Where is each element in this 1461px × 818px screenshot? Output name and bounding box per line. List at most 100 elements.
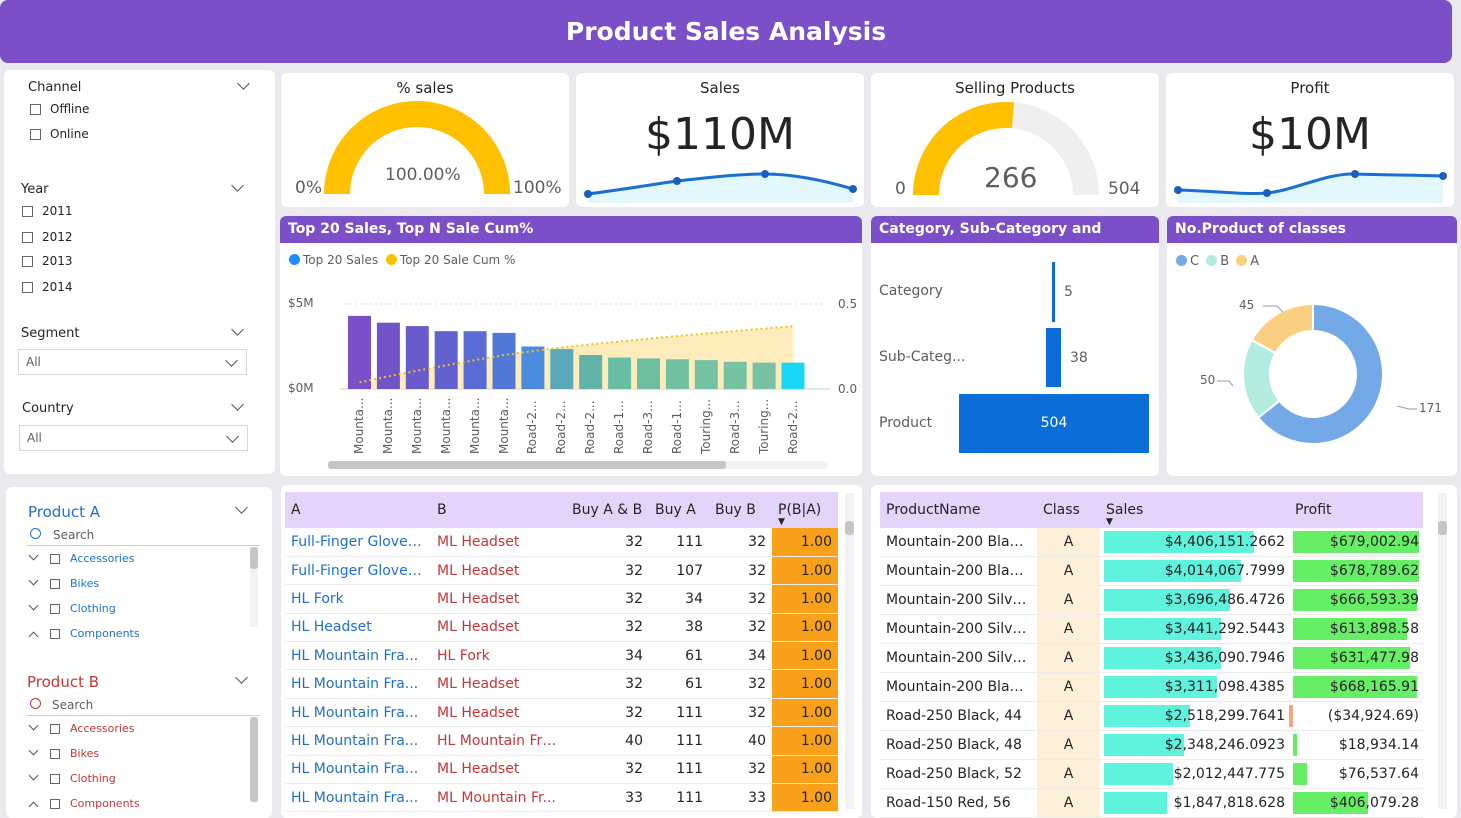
checkbox-2013[interactable] (22, 256, 33, 267)
chevron-down-icon[interactable] (28, 550, 39, 561)
chevron-down-icon[interactable] (28, 745, 39, 756)
table-header[interactable]: Buy B (709, 492, 772, 528)
chevron-down-icon[interactable] (235, 501, 248, 514)
product-category-item[interactable]: Bikes (70, 577, 99, 590)
product-category-item[interactable]: Bikes (70, 747, 99, 760)
checkbox-2011[interactable] (22, 206, 33, 217)
table-row[interactable]: HL Headset ML Headset 32 38 32 1.00 (285, 613, 838, 643)
segment-dropdown[interactable]: All (18, 349, 247, 375)
country-dropdown[interactable]: All (19, 425, 248, 451)
product-b-scrollbar-thumb[interactable] (250, 717, 258, 802)
table-header[interactable]: Sales ▼ (1100, 492, 1289, 528)
product-a-scrollbar-thumb[interactable] (250, 547, 258, 569)
table-row[interactable]: HL Fork ML Headset 32 34 32 1.00 (285, 584, 838, 614)
top20-bar[interactable] (723, 361, 747, 389)
table-row[interactable]: Road-250 Black, 52 A $2,012,447.775 $76,537… (880, 759, 1423, 789)
top20-bar[interactable] (550, 349, 574, 389)
table-row[interactable]: HL Mountain Fra... HL Fork 34 61 34 1.00 (285, 641, 838, 671)
year-option-2013[interactable]: 2013 (42, 254, 73, 268)
top20-h-scrollbar-thumb[interactable] (328, 461, 726, 469)
checkbox[interactable] (50, 749, 60, 759)
table-row[interactable]: Full-Finger Gloves... ML Headset 32 111 32 1.… (285, 528, 838, 557)
top20-bar[interactable] (665, 359, 689, 389)
chevron-down-icon[interactable] (237, 77, 250, 90)
year-option-2012[interactable]: 2012 (42, 230, 73, 244)
table-row[interactable]: Mountain-200 Silve... A $3,696,486.4726 $66… (880, 585, 1423, 615)
table-header[interactable]: A (285, 492, 431, 528)
table-header[interactable]: Profit (1289, 492, 1423, 528)
chevron-down-icon[interactable] (28, 600, 39, 611)
table-row[interactable]: Mountain-200 Black... A $3,311,098.4385 $66… (880, 672, 1423, 702)
chevron-up-icon[interactable] (28, 801, 39, 812)
top20-bar[interactable] (434, 331, 458, 389)
product-category-item[interactable]: Components (70, 627, 140, 640)
product-category-item[interactable]: Components (70, 797, 140, 810)
top20-bar[interactable] (752, 362, 776, 389)
top20-bar[interactable] (694, 360, 718, 389)
checkbox[interactable] (50, 724, 60, 734)
checkbox[interactable] (50, 799, 60, 809)
table-row[interactable]: HL Mountain Fra... ML Headset 32 111 32 1.00 (285, 755, 838, 785)
table-row[interactable]: Mountain-200 Silve... A $3,436,090.7946 $63… (880, 643, 1423, 673)
table-row[interactable]: Road-250 Black, 44 A $2,518,299.7641 ($34,9… (880, 701, 1423, 731)
checkbox-2012[interactable] (22, 232, 33, 243)
chevron-down-icon[interactable] (28, 720, 39, 731)
product-category-item[interactable]: Clothing (70, 772, 116, 785)
checkbox[interactable] (50, 554, 60, 564)
table-row[interactable]: HL Mountain Fra... HL Mountain Fra... 40 11… (285, 726, 838, 756)
top20-bar[interactable] (348, 315, 371, 389)
top20-bar[interactable] (492, 332, 516, 389)
top20-bar[interactable] (463, 331, 487, 389)
table-row[interactable]: Full-Finger Gloves... ML Headset 32 107 32 1.… (285, 556, 838, 586)
chevron-down-icon[interactable] (231, 179, 244, 192)
table-header[interactable]: Class (1037, 492, 1100, 528)
chevron-down-icon[interactable] (28, 770, 39, 781)
product-table-scrollbar[interactable] (1438, 493, 1447, 809)
checkbox[interactable] (50, 774, 60, 784)
table-row[interactable]: Mountain-200 Black... A $4,014,067.7999 $67… (880, 556, 1423, 586)
channel-option-online[interactable]: Online (50, 127, 89, 141)
table-row[interactable]: HL Mountain Fra... ML Mountain Fr... 33 111… (285, 783, 838, 813)
checkbox[interactable] (50, 604, 60, 614)
funnel-label-product: Product (879, 415, 933, 431)
table-header[interactable]: B (431, 492, 566, 528)
chevron-down-icon[interactable] (28, 575, 39, 586)
chevron-down-icon[interactable] (231, 323, 244, 336)
checkbox-offline[interactable] (30, 104, 41, 115)
table-row[interactable]: Road-250 Black, 48 A $2,348,246.0923 $18,93… (880, 730, 1423, 760)
top20-bar[interactable] (521, 346, 545, 390)
product-table-scrollbar-thumb[interactable] (1438, 521, 1447, 535)
table-header[interactable]: Buy A (649, 492, 709, 528)
table-header[interactable]: Buy A & B (566, 492, 649, 528)
top20-bar[interactable] (608, 357, 632, 389)
top20-bar[interactable] (405, 326, 429, 389)
product-b-search[interactable]: Search (52, 698, 93, 712)
table-row[interactable]: Mountain-200 Silve... A $3,441,292.5443 $61… (880, 614, 1423, 644)
association-table-scrollbar[interactable] (845, 493, 854, 809)
top20-bar[interactable] (637, 358, 660, 389)
checkbox[interactable] (50, 629, 60, 639)
checkbox-2014[interactable] (22, 282, 33, 293)
top20-bar[interactable] (579, 355, 603, 389)
association-table-scrollbar-thumb[interactable] (845, 521, 854, 535)
year-option-2011[interactable]: 2011 (42, 204, 73, 218)
product-category-item[interactable]: Accessories (70, 552, 134, 565)
top20-bar[interactable] (781, 362, 805, 389)
channel-option-offline[interactable]: Offline (50, 102, 89, 116)
table-row[interactable]: Mountain-200 Black... A $4,406,151.2662 $67… (880, 528, 1423, 557)
table-row[interactable]: HL Mountain Fra... ML Headset 32 61 32 1.00 (285, 669, 838, 699)
checkbox[interactable] (50, 579, 60, 589)
table-header[interactable]: ProductName (880, 492, 1037, 528)
chevron-down-icon[interactable] (235, 671, 248, 684)
table-header[interactable]: P(B|A) ▼ (772, 492, 838, 528)
product-category-item[interactable]: Clothing (70, 602, 116, 615)
product-a-search[interactable]: Search (53, 528, 94, 542)
table-row[interactable]: Road-150 Red, 56 A $1,847,818.628 $406,079.… (880, 788, 1423, 818)
year-option-2014[interactable]: 2014 (42, 280, 73, 294)
chevron-down-icon[interactable] (231, 398, 244, 411)
chevron-up-icon[interactable] (28, 631, 39, 642)
product-category-item[interactable]: Accessories (70, 722, 134, 735)
checkbox-online[interactable] (30, 129, 41, 140)
top20-bar[interactable] (376, 322, 400, 389)
table-row[interactable]: HL Mountain Fra... ML Headset 32 111 32 1.00 (285, 698, 838, 728)
